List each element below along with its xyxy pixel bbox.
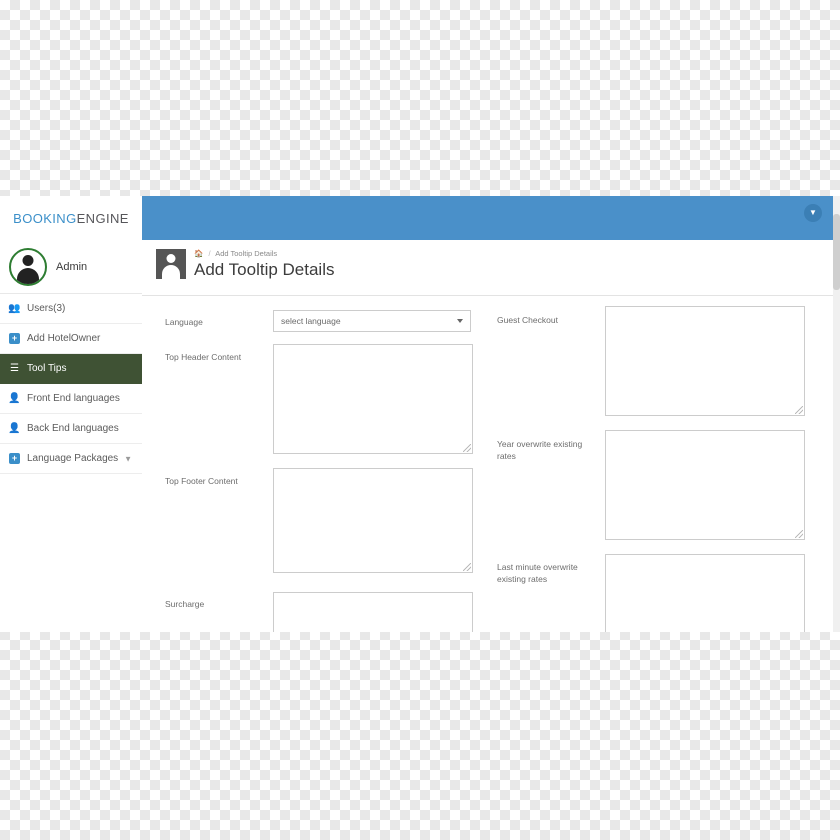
sidebar-item-label: Back End languages bbox=[27, 423, 119, 434]
profile-name: Admin bbox=[56, 260, 88, 273]
chevron-down-icon bbox=[457, 319, 463, 323]
field-label: Language bbox=[165, 317, 203, 327]
language-select-value: select language bbox=[281, 316, 341, 326]
sidebar-item-label: Front End languages bbox=[27, 393, 120, 404]
field-label: Top Header Content bbox=[165, 352, 242, 362]
sidebar-item-language-packages[interactable]: + Language Packages ▼ bbox=[0, 444, 142, 474]
users-icon: 👥 bbox=[8, 303, 21, 314]
sidebar-item-back-end-languages[interactable]: 👤 Back End languages bbox=[0, 414, 142, 444]
sidebar-item-label: Language Packages bbox=[27, 453, 119, 464]
field-label: Year overwrite existing rates bbox=[497, 439, 583, 461]
resize-grip-icon[interactable] bbox=[795, 406, 803, 414]
brand-logo-part1: BOOKING bbox=[13, 210, 77, 226]
top-navigation-bar: ▼ bbox=[142, 196, 840, 240]
sidebar-item-users[interactable]: 👥 Users(3) bbox=[0, 294, 142, 324]
chevron-down-icon[interactable]: ▼ bbox=[804, 204, 822, 222]
avatar bbox=[9, 247, 47, 286]
last-minute-overwrite-textarea[interactable] bbox=[605, 554, 805, 632]
surcharge-textarea[interactable] bbox=[273, 592, 473, 632]
guest-checkout-textarea[interactable] bbox=[605, 306, 805, 416]
field-label: Last minute overwrite existing rates bbox=[497, 562, 578, 584]
language-select[interactable]: select language bbox=[273, 310, 471, 332]
bars-icon: ☰ bbox=[10, 363, 19, 374]
page-title: Add Tooltip Details bbox=[194, 260, 335, 279]
brand-logo[interactable]: BOOKINGENGINE bbox=[13, 211, 129, 226]
field-label: Top Footer Content bbox=[165, 476, 238, 486]
resize-grip-icon[interactable] bbox=[463, 563, 471, 571]
sidebar-nav: 👥 Users(3) + Add HotelOwner ☰ Tool Tips … bbox=[0, 294, 142, 474]
sidebar-profile[interactable]: Admin bbox=[0, 240, 142, 294]
breadcrumb-separator: / bbox=[208, 249, 211, 258]
breadcrumb-current: Add Tooltip Details bbox=[215, 249, 278, 258]
page-header: 🏠 / Add Tooltip Details Add Tooltip Deta… bbox=[142, 240, 833, 296]
year-overwrite-textarea[interactable] bbox=[605, 430, 805, 540]
chevron-down-icon: ▼ bbox=[124, 454, 132, 463]
sidebar: Admin 👥 Users(3) + Add HotelOwner ☰ Tool… bbox=[0, 240, 143, 632]
field-label: Surcharge bbox=[165, 599, 205, 609]
plus-square-icon: + bbox=[8, 452, 21, 465]
top-footer-content-textarea[interactable] bbox=[273, 468, 473, 573]
sidebar-item-label: Tool Tips bbox=[27, 363, 67, 374]
top-header-content-textarea[interactable] bbox=[273, 344, 473, 454]
plus-square-icon: + bbox=[8, 332, 21, 345]
user-card-icon bbox=[156, 249, 186, 279]
resize-grip-icon[interactable] bbox=[463, 444, 471, 452]
breadcrumb: 🏠 / Add Tooltip Details bbox=[194, 248, 833, 259]
resize-grip-icon[interactable] bbox=[795, 530, 803, 538]
sidebar-item-label: Add HotelOwner bbox=[27, 333, 101, 344]
vertical-scrollbar-track[interactable] bbox=[833, 196, 840, 632]
brand-logo-part2: ENGINE bbox=[76, 210, 129, 226]
vertical-scrollbar-thumb[interactable] bbox=[833, 214, 840, 290]
sidebar-item-tool-tips[interactable]: ☰ Tool Tips bbox=[0, 354, 142, 384]
person-icon: 👤 bbox=[8, 423, 21, 434]
sidebar-item-add-hotelowner[interactable]: + Add HotelOwner bbox=[0, 324, 142, 354]
home-icon[interactable]: 🏠 bbox=[194, 249, 203, 258]
application-window: BOOKINGENGINE ▼ Admin 👥 Users(3) + Add H… bbox=[0, 196, 840, 632]
field-label: Guest Checkout bbox=[497, 315, 558, 325]
sidebar-item-front-end-languages[interactable]: 👤 Front End languages bbox=[0, 384, 142, 414]
form-area: Language select language Top Header Cont… bbox=[142, 296, 833, 632]
brand-bar: BOOKINGENGINE bbox=[0, 196, 143, 240]
sidebar-item-label: Users(3) bbox=[27, 303, 66, 314]
person-icon: 👤 bbox=[8, 393, 21, 404]
